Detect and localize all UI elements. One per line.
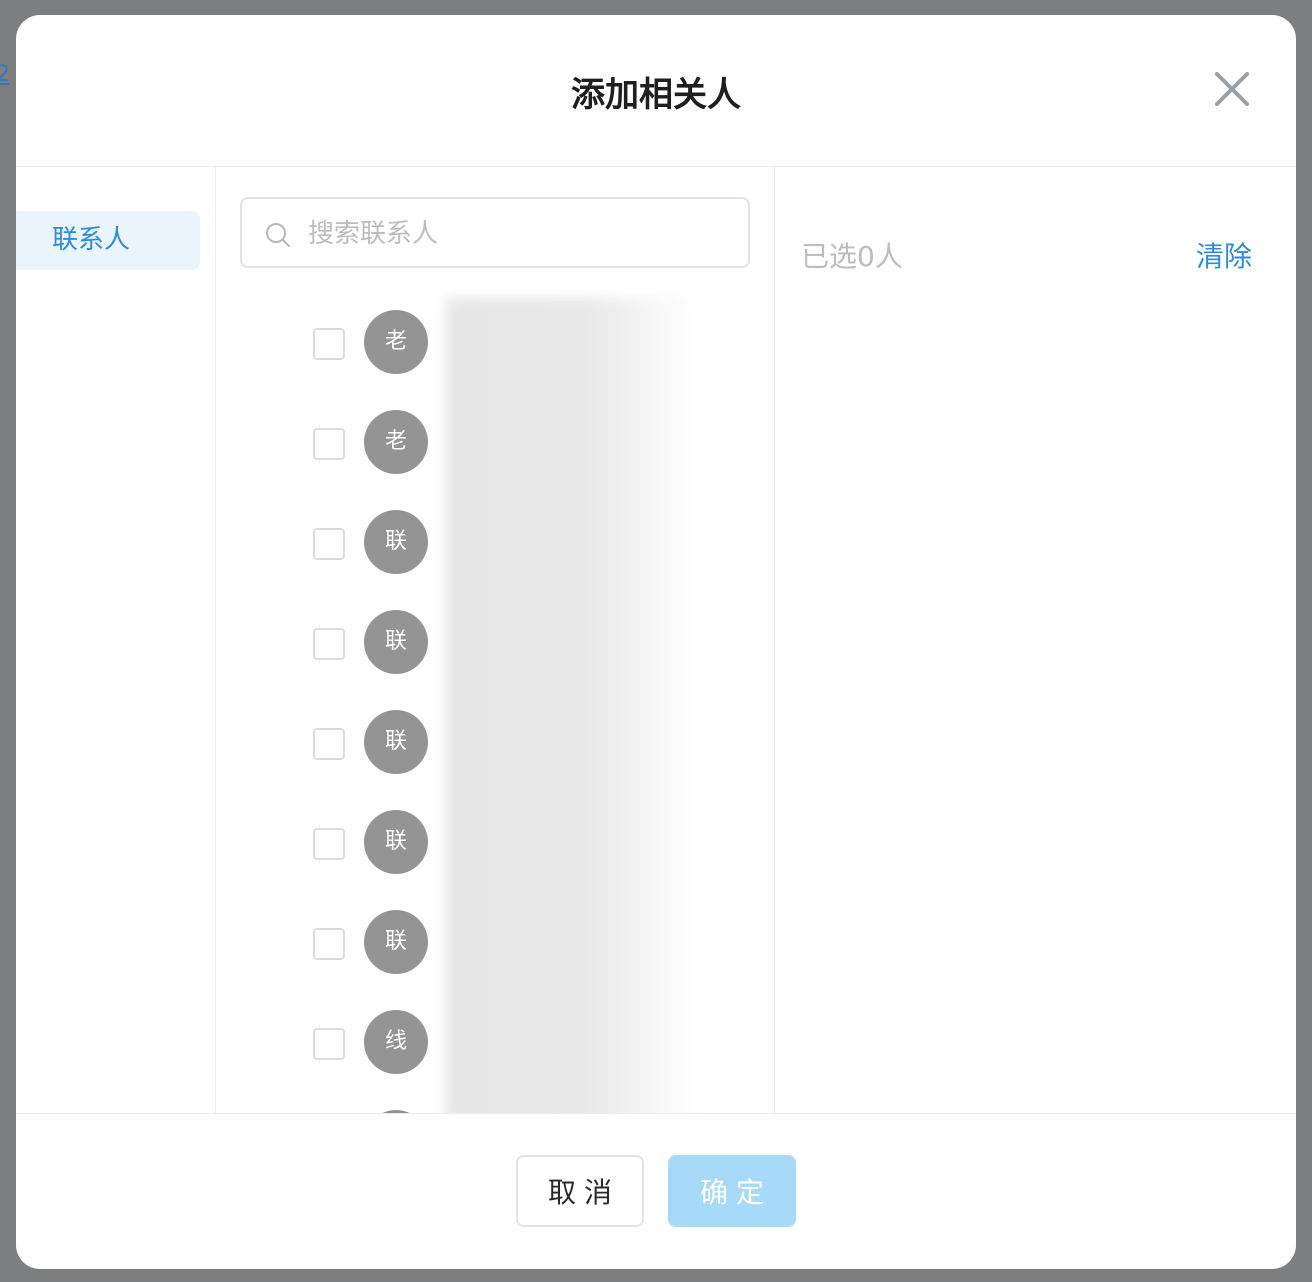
selected-panel: 已选0人 清除 xyxy=(775,167,1296,1113)
contact-checkbox[interactable] xyxy=(313,428,345,460)
avatar: 联 xyxy=(364,510,428,574)
contact-checkbox[interactable] xyxy=(313,528,345,560)
contact-checkbox[interactable] xyxy=(313,828,345,860)
cancel-button[interactable]: 取消 xyxy=(516,1155,644,1227)
contact-checkbox[interactable] xyxy=(313,328,345,360)
avatar: 线 xyxy=(364,1010,428,1074)
clear-button[interactable]: 清除 xyxy=(1196,235,1252,275)
dialog-footer: 取消 确定 xyxy=(16,1113,1296,1269)
selected-count: 已选0人 xyxy=(801,240,903,273)
nav-item-contacts[interactable]: 联系人 xyxy=(16,211,200,270)
contact-checkbox[interactable] xyxy=(313,628,345,660)
avatar: 联 xyxy=(364,610,428,674)
dialog-title: 添加相关人 xyxy=(571,75,741,115)
avatar: 联 xyxy=(364,910,428,974)
contact-checkbox[interactable] xyxy=(313,1028,345,1060)
avatar: 老 xyxy=(364,410,428,474)
close-icon xyxy=(1215,72,1249,106)
search-icon xyxy=(266,223,290,247)
search-box[interactable] xyxy=(240,197,750,268)
avatar: 联 xyxy=(364,810,428,874)
search-input[interactable] xyxy=(306,209,730,259)
contact-checkbox[interactable] xyxy=(313,728,345,760)
contact-list-panel: 老 老 联 联 联 联 联 线 xyxy=(216,167,775,1113)
avatar: 老 xyxy=(364,310,428,374)
blurred-contact-names xyxy=(446,298,698,1113)
close-button[interactable] xyxy=(1212,69,1252,109)
contact-checkbox[interactable] xyxy=(313,928,345,960)
confirm-button[interactable]: 确定 xyxy=(668,1155,796,1227)
dialog-header: 添加相关人 xyxy=(16,15,1296,167)
background-link: 2 xyxy=(0,62,10,87)
category-nav: 联系人 xyxy=(16,167,216,1113)
add-related-people-dialog: 添加相关人 联系人 老 老 联 xyxy=(16,15,1296,1269)
avatar: 联 xyxy=(364,710,428,774)
